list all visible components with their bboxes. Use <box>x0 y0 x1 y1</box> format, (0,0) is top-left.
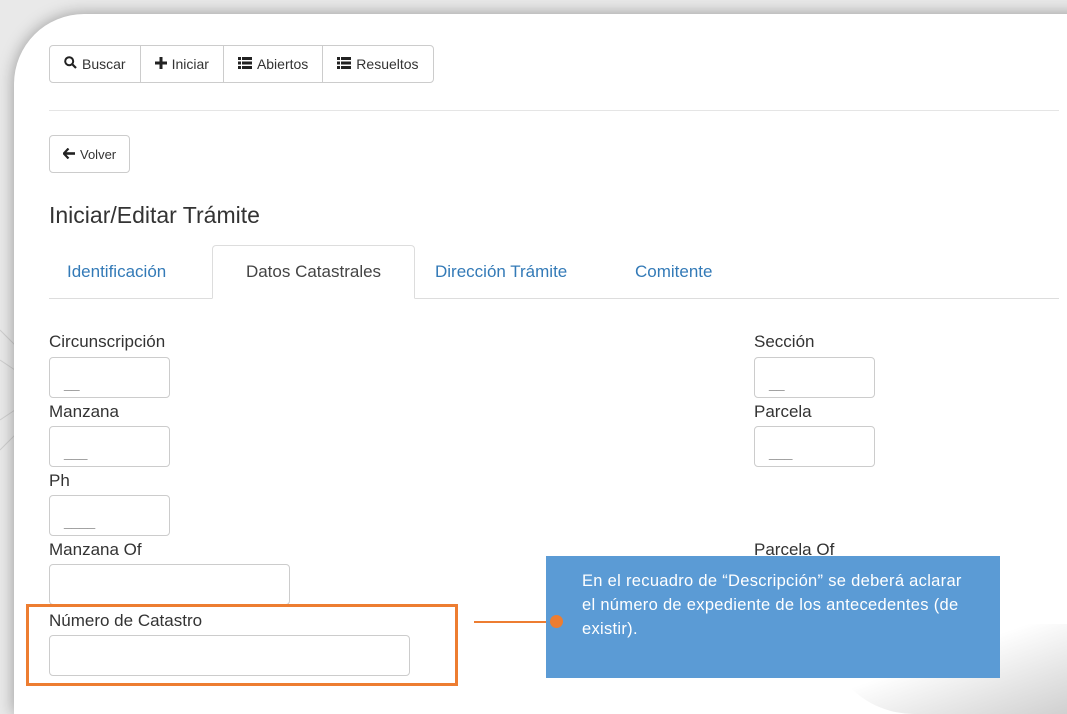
parcela-input[interactable]: ___ <box>754 426 875 467</box>
search-icon <box>64 56 77 72</box>
tab-bar: Identificación Datos Catastrales Direcci… <box>49 245 1059 299</box>
page-title: Iniciar/Editar Trámite <box>49 202 260 228</box>
plus-icon <box>154 56 167 72</box>
divider <box>49 110 1059 111</box>
manzana-of-label: Manzana Of <box>49 540 142 559</box>
list-icon <box>337 56 352 72</box>
manzana-of-input[interactable] <box>49 564 290 605</box>
seccion-label: Sección <box>754 332 815 351</box>
resueltos-button[interactable]: Resueltos <box>322 45 434 83</box>
ph-label: Ph <box>49 471 70 490</box>
ph-input[interactable]: ____ <box>49 495 170 536</box>
circunscripcion-input[interactable]: __ <box>49 357 170 398</box>
callout-connector <box>474 621 556 623</box>
tab-identificacion[interactable]: Identificación <box>49 245 184 298</box>
tab-direccion-tramite[interactable]: Dirección Trámite <box>417 245 585 298</box>
iniciar-button[interactable]: Iniciar <box>139 45 224 83</box>
volver-button[interactable]: Volver <box>49 135 131 173</box>
buscar-button[interactable]: Buscar <box>49 45 141 83</box>
parcela-label: Parcela <box>754 402 812 421</box>
tab-datos-catastrales[interactable]: Datos Catastrales <box>212 245 415 299</box>
manzana-input[interactable]: ___ <box>49 426 170 467</box>
resueltos-label: Resueltos <box>356 56 419 72</box>
abiertos-button[interactable]: Abiertos <box>222 45 324 83</box>
toolbar: Buscar Iniciar Abiertos Resueltos <box>49 45 434 83</box>
tab-comitente[interactable]: Comitente <box>617 245 730 298</box>
buscar-label: Buscar <box>82 56 126 72</box>
abiertos-label: Abiertos <box>256 56 309 72</box>
callout-note: En el recuadro de “Descripción” se deber… <box>546 556 1000 678</box>
callout-dot <box>550 615 563 628</box>
arrow-left-icon <box>62 146 75 162</box>
highlight-box <box>26 604 458 686</box>
iniciar-label: Iniciar <box>171 56 209 72</box>
volver-label: Volver <box>80 146 117 162</box>
list-icon <box>237 56 252 72</box>
seccion-input[interactable]: __ <box>754 357 875 398</box>
circunscripcion-label: Circunscripción <box>49 332 166 351</box>
manzana-label: Manzana <box>49 402 119 421</box>
